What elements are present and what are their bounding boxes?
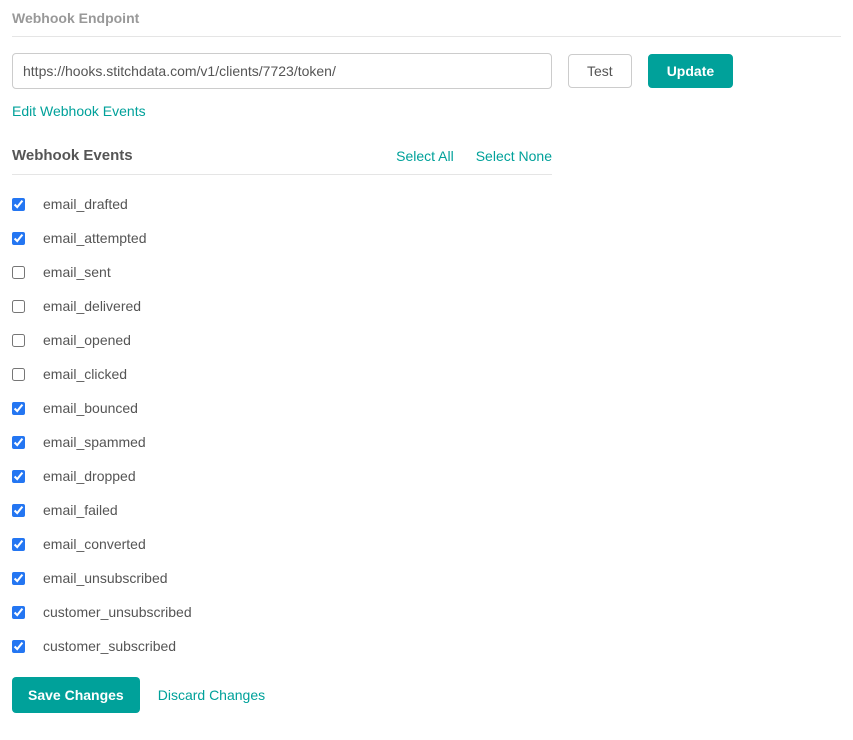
event-checkbox-email-dropped[interactable] bbox=[12, 470, 25, 483]
event-row: email_bounced bbox=[12, 391, 552, 425]
events-list: email_drafted email_attempted email_sentem… bbox=[12, 187, 552, 663]
webhook-settings-panel: Webhook Endpoint Test Update Edit Webhoo… bbox=[0, 0, 853, 733]
event-row: email_sent bbox=[12, 255, 552, 289]
event-row: email_delivered bbox=[12, 289, 552, 323]
event-checkbox-email-opened[interactable] bbox=[12, 334, 25, 347]
event-label: customer_unsubscribed bbox=[43, 604, 192, 620]
event-label: email_opened bbox=[43, 332, 131, 348]
event-checkbox-customer-subscribed[interactable] bbox=[12, 640, 25, 653]
event-label: email_bounced bbox=[43, 400, 138, 416]
event-row: email_drafted bbox=[12, 187, 552, 221]
event-row: email_spammed bbox=[12, 425, 552, 459]
event-label: email_clicked bbox=[43, 366, 127, 382]
events-actions: Select All Select None bbox=[396, 148, 552, 164]
event-label: email_converted bbox=[43, 536, 146, 552]
select-none-link[interactable]: Select None bbox=[476, 148, 552, 164]
event-row: email_failed bbox=[12, 493, 552, 527]
event-label: email_spammed bbox=[43, 434, 146, 450]
footer-actions: Save Changes Discard Changes bbox=[12, 677, 841, 713]
webhook-url-input[interactable] bbox=[12, 53, 552, 89]
event-checkbox-email-drafted[interactable] bbox=[12, 198, 25, 211]
endpoint-row: Test Update bbox=[12, 53, 841, 89]
discard-changes-link[interactable]: Discard Changes bbox=[158, 687, 265, 703]
event-row: customer_subscribed bbox=[12, 629, 552, 663]
event-label: email_attempted bbox=[43, 230, 147, 246]
test-button[interactable]: Test bbox=[568, 54, 632, 88]
divider bbox=[12, 36, 841, 37]
event-row: email_converted bbox=[12, 527, 552, 561]
divider bbox=[12, 174, 552, 175]
event-label: email_unsubscribed bbox=[43, 570, 168, 586]
section-title: Webhook Endpoint bbox=[12, 10, 841, 36]
event-checkbox-email-delivered[interactable] bbox=[12, 300, 25, 313]
event-checkbox-email-unsubscribed[interactable] bbox=[12, 572, 25, 585]
save-changes-button[interactable]: Save Changes bbox=[12, 677, 140, 713]
event-row: email_dropped bbox=[12, 459, 552, 493]
event-label: email_delivered bbox=[43, 298, 141, 314]
events-header: Webhook Events Select All Select None bbox=[12, 147, 552, 174]
event-checkbox-customer-unsubscribed[interactable] bbox=[12, 606, 25, 619]
event-checkbox-email-failed[interactable] bbox=[12, 504, 25, 517]
event-row: email_unsubscribed bbox=[12, 561, 552, 595]
events-title: Webhook Events bbox=[12, 147, 133, 164]
event-row: email_attempted bbox=[12, 221, 552, 255]
event-label: email_dropped bbox=[43, 468, 136, 484]
event-checkbox-email-clicked[interactable] bbox=[12, 368, 25, 381]
event-checkbox-email-bounced[interactable] bbox=[12, 402, 25, 415]
event-checkbox-email-attempted[interactable] bbox=[12, 232, 25, 245]
event-label: email_drafted bbox=[43, 196, 128, 212]
event-label: email_sent bbox=[43, 264, 111, 280]
event-row: customer_unsubscribed bbox=[12, 595, 552, 629]
select-all-link[interactable]: Select All bbox=[396, 148, 454, 164]
event-checkbox-email-spammed[interactable] bbox=[12, 436, 25, 449]
edit-webhook-events-link[interactable]: Edit Webhook Events bbox=[12, 103, 146, 119]
update-button[interactable]: Update bbox=[648, 54, 733, 88]
event-row: email_opened bbox=[12, 323, 552, 357]
event-checkbox-email-sent[interactable] bbox=[12, 266, 25, 279]
event-row: email_clicked bbox=[12, 357, 552, 391]
event-checkbox-email-converted[interactable] bbox=[12, 538, 25, 551]
event-label: email_failed bbox=[43, 502, 118, 518]
event-label: customer_subscribed bbox=[43, 638, 176, 654]
